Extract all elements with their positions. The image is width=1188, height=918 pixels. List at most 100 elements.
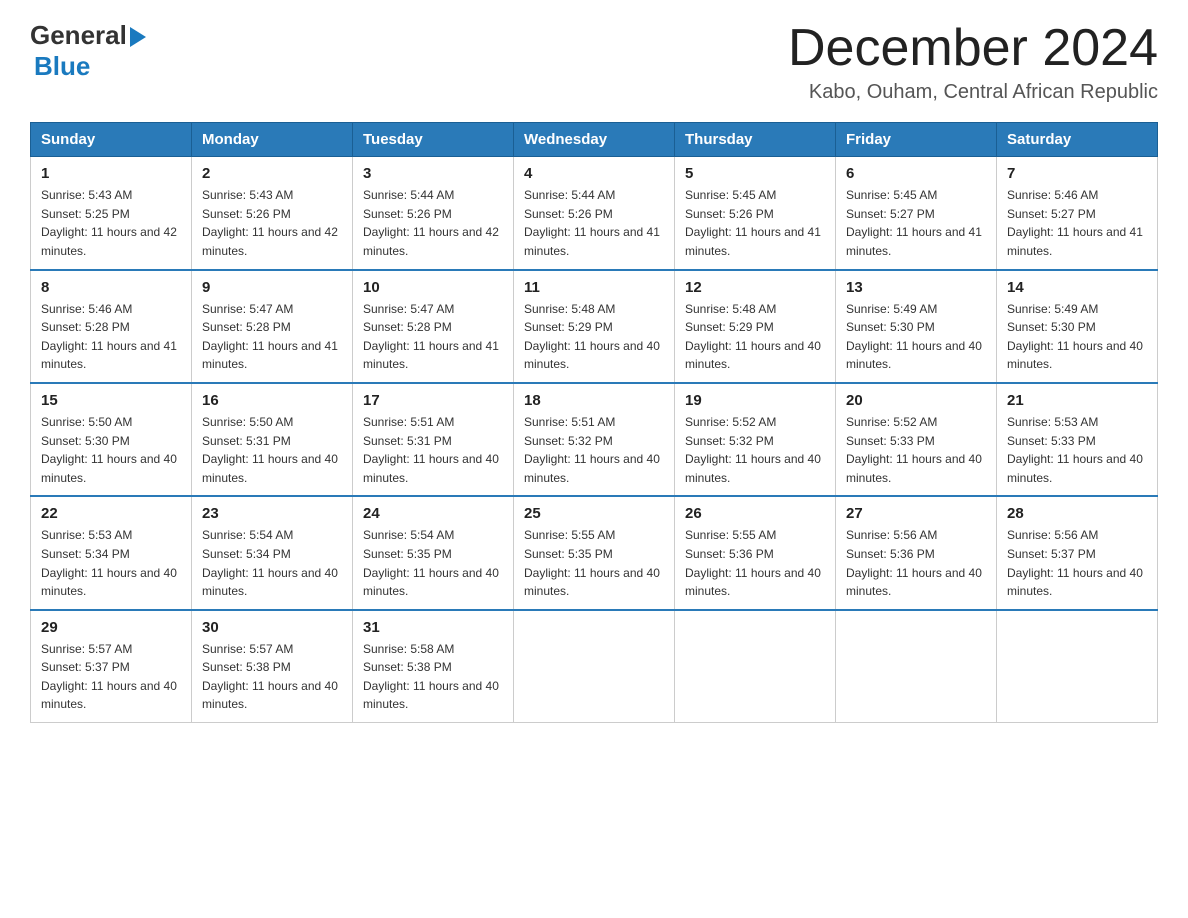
weekday-header-monday: Monday bbox=[192, 123, 353, 157]
day-number: 17 bbox=[363, 392, 503, 409]
day-info: Sunrise: 5:51 AMSunset: 5:32 PMDaylight:… bbox=[524, 413, 664, 487]
calendar-cell bbox=[836, 610, 997, 723]
day-number: 1 bbox=[41, 165, 181, 182]
calendar-cell: 26 Sunrise: 5:55 AMSunset: 5:36 PMDayligh… bbox=[675, 496, 836, 609]
calendar-cell: 18 Sunrise: 5:51 AMSunset: 5:32 PMDayligh… bbox=[514, 383, 675, 496]
day-number: 31 bbox=[363, 619, 503, 636]
calendar-cell: 11Sunrise: 5:48 AMSunset: 5:29 PMDayligh… bbox=[514, 270, 675, 383]
calendar-cell: 22 Sunrise: 5:53 AMSunset: 5:34 PMDayligh… bbox=[31, 496, 192, 609]
day-info: Sunrise: 5:49 AMSunset: 5:30 PMDaylight:… bbox=[1007, 300, 1147, 374]
calendar-cell: 29 Sunrise: 5:57 AMSunset: 5:37 PMDayligh… bbox=[31, 610, 192, 723]
day-number: 18 bbox=[524, 392, 664, 409]
calendar-cell: 1Sunrise: 5:43 AMSunset: 5:25 PMDaylight… bbox=[31, 157, 192, 270]
day-number: 5 bbox=[685, 165, 825, 182]
month-title: December 2024 bbox=[788, 20, 1158, 77]
day-info: Sunrise: 5:50 AMSunset: 5:30 PMDaylight:… bbox=[41, 413, 181, 487]
calendar-cell: 15 Sunrise: 5:50 AMSunset: 5:30 PMDayligh… bbox=[31, 383, 192, 496]
day-number: 9 bbox=[202, 279, 342, 296]
calendar-cell: 24 Sunrise: 5:54 AMSunset: 5:35 PMDayligh… bbox=[353, 496, 514, 609]
day-info: Sunrise: 5:44 AMSunset: 5:26 PMDaylight:… bbox=[524, 186, 664, 260]
calendar-cell: 25 Sunrise: 5:55 AMSunset: 5:35 PMDayligh… bbox=[514, 496, 675, 609]
calendar-body: 1Sunrise: 5:43 AMSunset: 5:25 PMDaylight… bbox=[31, 157, 1158, 723]
day-info: Sunrise: 5:55 AMSunset: 5:35 PMDaylight:… bbox=[524, 526, 664, 600]
calendar-cell bbox=[675, 610, 836, 723]
day-number: 14 bbox=[1007, 279, 1147, 296]
day-info: Sunrise: 5:47 AMSunset: 5:28 PMDaylight:… bbox=[363, 300, 503, 374]
day-info: Sunrise: 5:45 AMSunset: 5:27 PMDaylight:… bbox=[846, 186, 986, 260]
day-number: 10 bbox=[363, 279, 503, 296]
day-number: 15 bbox=[41, 392, 181, 409]
calendar-cell: 20Sunrise: 5:52 AMSunset: 5:33 PMDayligh… bbox=[836, 383, 997, 496]
weekday-header-thursday: Thursday bbox=[675, 123, 836, 157]
calendar-table: SundayMondayTuesdayWednesdayThursdayFrid… bbox=[30, 122, 1158, 723]
day-number: 22 bbox=[41, 505, 181, 522]
calendar-cell: 27 Sunrise: 5:56 AMSunset: 5:36 PMDayligh… bbox=[836, 496, 997, 609]
calendar-cell bbox=[514, 610, 675, 723]
calendar-cell: 23Sunrise: 5:54 AMSunset: 5:34 PMDayligh… bbox=[192, 496, 353, 609]
weekday-header-wednesday: Wednesday bbox=[514, 123, 675, 157]
calendar-cell: 12 Sunrise: 5:48 AMSunset: 5:29 PMDayligh… bbox=[675, 270, 836, 383]
calendar-cell: 4 Sunrise: 5:44 AMSunset: 5:26 PMDaylight… bbox=[514, 157, 675, 270]
header-row: SundayMondayTuesdayWednesdayThursdayFrid… bbox=[31, 123, 1158, 157]
day-info: Sunrise: 5:57 AMSunset: 5:37 PMDaylight:… bbox=[41, 640, 181, 714]
calendar-cell: 17 Sunrise: 5:51 AMSunset: 5:31 PMDayligh… bbox=[353, 383, 514, 496]
day-info: Sunrise: 5:58 AMSunset: 5:38 PMDaylight:… bbox=[363, 640, 503, 714]
day-info: Sunrise: 5:53 AMSunset: 5:34 PMDaylight:… bbox=[41, 526, 181, 600]
day-number: 6 bbox=[846, 165, 986, 182]
day-info: Sunrise: 5:56 AMSunset: 5:36 PMDaylight:… bbox=[846, 526, 986, 600]
day-number: 7 bbox=[1007, 165, 1147, 182]
calendar-cell: 8 Sunrise: 5:46 AMSunset: 5:28 PMDaylight… bbox=[31, 270, 192, 383]
day-info: Sunrise: 5:49 AMSunset: 5:30 PMDaylight:… bbox=[846, 300, 986, 374]
day-info: Sunrise: 5:52 AMSunset: 5:33 PMDaylight:… bbox=[846, 413, 986, 487]
calendar-cell bbox=[997, 610, 1158, 723]
calendar-cell: 7 Sunrise: 5:46 AMSunset: 5:27 PMDaylight… bbox=[997, 157, 1158, 270]
day-info: Sunrise: 5:57 AMSunset: 5:38 PMDaylight:… bbox=[202, 640, 342, 714]
logo-blue-text: Blue bbox=[34, 51, 90, 81]
page-header: General Blue December 2024 Kabo, Ouham, … bbox=[30, 20, 1158, 104]
day-info: Sunrise: 5:47 AMSunset: 5:28 PMDaylight:… bbox=[202, 300, 342, 374]
day-number: 29 bbox=[41, 619, 181, 636]
day-number: 8 bbox=[41, 279, 181, 296]
calendar-cell: 9 Sunrise: 5:47 AMSunset: 5:28 PMDaylight… bbox=[192, 270, 353, 383]
day-number: 30 bbox=[202, 619, 342, 636]
day-number: 16 bbox=[202, 392, 342, 409]
calendar-cell: 28Sunrise: 5:56 AMSunset: 5:37 PMDayligh… bbox=[997, 496, 1158, 609]
calendar-header: SundayMondayTuesdayWednesdayThursdayFrid… bbox=[31, 123, 1158, 157]
calendar-week-2: 8 Sunrise: 5:46 AMSunset: 5:28 PMDaylight… bbox=[31, 270, 1158, 383]
day-info: Sunrise: 5:48 AMSunset: 5:29 PMDaylight:… bbox=[524, 300, 664, 374]
day-info: Sunrise: 5:51 AMSunset: 5:31 PMDaylight:… bbox=[363, 413, 503, 487]
day-info: Sunrise: 5:43 AMSunset: 5:26 PMDaylight:… bbox=[202, 186, 342, 260]
day-number: 2 bbox=[202, 165, 342, 182]
day-info: Sunrise: 5:48 AMSunset: 5:29 PMDaylight:… bbox=[685, 300, 825, 374]
day-number: 24 bbox=[363, 505, 503, 522]
calendar-cell: 10 Sunrise: 5:47 AMSunset: 5:28 PMDayligh… bbox=[353, 270, 514, 383]
day-info: Sunrise: 5:45 AMSunset: 5:26 PMDaylight:… bbox=[685, 186, 825, 260]
day-info: Sunrise: 5:52 AMSunset: 5:32 PMDaylight:… bbox=[685, 413, 825, 487]
calendar-cell: 16Sunrise: 5:50 AMSunset: 5:31 PMDayligh… bbox=[192, 383, 353, 496]
day-number: 26 bbox=[685, 505, 825, 522]
day-info: Sunrise: 5:53 AMSunset: 5:33 PMDaylight:… bbox=[1007, 413, 1147, 487]
day-number: 4 bbox=[524, 165, 664, 182]
day-info: Sunrise: 5:54 AMSunset: 5:34 PMDaylight:… bbox=[202, 526, 342, 600]
day-number: 21 bbox=[1007, 392, 1147, 409]
calendar-cell: 3Sunrise: 5:44 AMSunset: 5:26 PMDaylight… bbox=[353, 157, 514, 270]
weekday-header-tuesday: Tuesday bbox=[353, 123, 514, 157]
day-number: 12 bbox=[685, 279, 825, 296]
logo-arrow-icon bbox=[130, 27, 146, 47]
weekday-header-saturday: Saturday bbox=[997, 123, 1158, 157]
calendar-cell: 14 Sunrise: 5:49 AMSunset: 5:30 PMDayligh… bbox=[997, 270, 1158, 383]
calendar-cell: 31 Sunrise: 5:58 AMSunset: 5:38 PMDayligh… bbox=[353, 610, 514, 723]
day-number: 13 bbox=[846, 279, 986, 296]
calendar-cell: 21 Sunrise: 5:53 AMSunset: 5:33 PMDayligh… bbox=[997, 383, 1158, 496]
day-info: Sunrise: 5:55 AMSunset: 5:36 PMDaylight:… bbox=[685, 526, 825, 600]
day-number: 3 bbox=[363, 165, 503, 182]
day-number: 25 bbox=[524, 505, 664, 522]
weekday-header-sunday: Sunday bbox=[31, 123, 192, 157]
day-info: Sunrise: 5:46 AMSunset: 5:28 PMDaylight:… bbox=[41, 300, 181, 374]
calendar-cell: 5 Sunrise: 5:45 AMSunset: 5:26 PMDaylight… bbox=[675, 157, 836, 270]
day-info: Sunrise: 5:54 AMSunset: 5:35 PMDaylight:… bbox=[363, 526, 503, 600]
calendar-week-5: 29 Sunrise: 5:57 AMSunset: 5:37 PMDayligh… bbox=[31, 610, 1158, 723]
day-info: Sunrise: 5:46 AMSunset: 5:27 PMDaylight:… bbox=[1007, 186, 1147, 260]
day-number: 27 bbox=[846, 505, 986, 522]
calendar-cell: 13 Sunrise: 5:49 AMSunset: 5:30 PMDayligh… bbox=[836, 270, 997, 383]
